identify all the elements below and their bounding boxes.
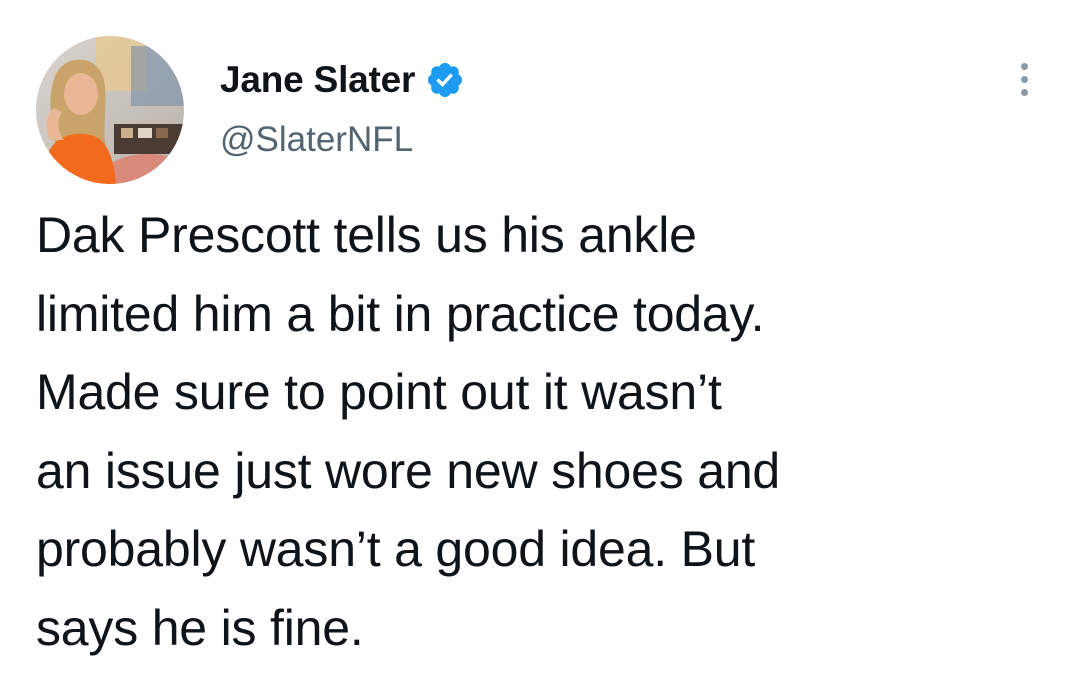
tweet-text-line: limited him a bit in practice today. — [36, 285, 765, 342]
avatar-photo — [36, 36, 184, 184]
tweet-text: Dak Prescott tells us his ankle limited … — [36, 196, 1046, 667]
avatar[interactable] — [36, 36, 184, 184]
tweet-text-line: Dak Prescott tells us his ankle — [36, 207, 697, 263]
more-options-icon[interactable] — [1004, 54, 1044, 104]
tweet-text-line: says he is fine. — [36, 599, 364, 656]
tweet-text-line: Made sure to point out it wasn’t — [36, 364, 722, 420]
more-dot — [1020, 75, 1028, 83]
more-dot — [1020, 62, 1028, 70]
verified-badge-icon — [425, 60, 465, 100]
tweet-text-line: an issue just wore new shoes and — [36, 442, 781, 499]
tweet-text-line: probably wasn’t a good idea. But — [36, 521, 756, 577]
author-display-name[interactable]: Jane Slater — [220, 56, 415, 104]
author-name-row: Jane Slater — [220, 56, 465, 104]
more-dot — [1020, 88, 1028, 96]
tweet-card[interactable]: Jane Slater @SlaterNFL Dak Prescott tell… — [0, 0, 1080, 685]
author-handle[interactable]: @SlaterNFL — [220, 118, 413, 162]
